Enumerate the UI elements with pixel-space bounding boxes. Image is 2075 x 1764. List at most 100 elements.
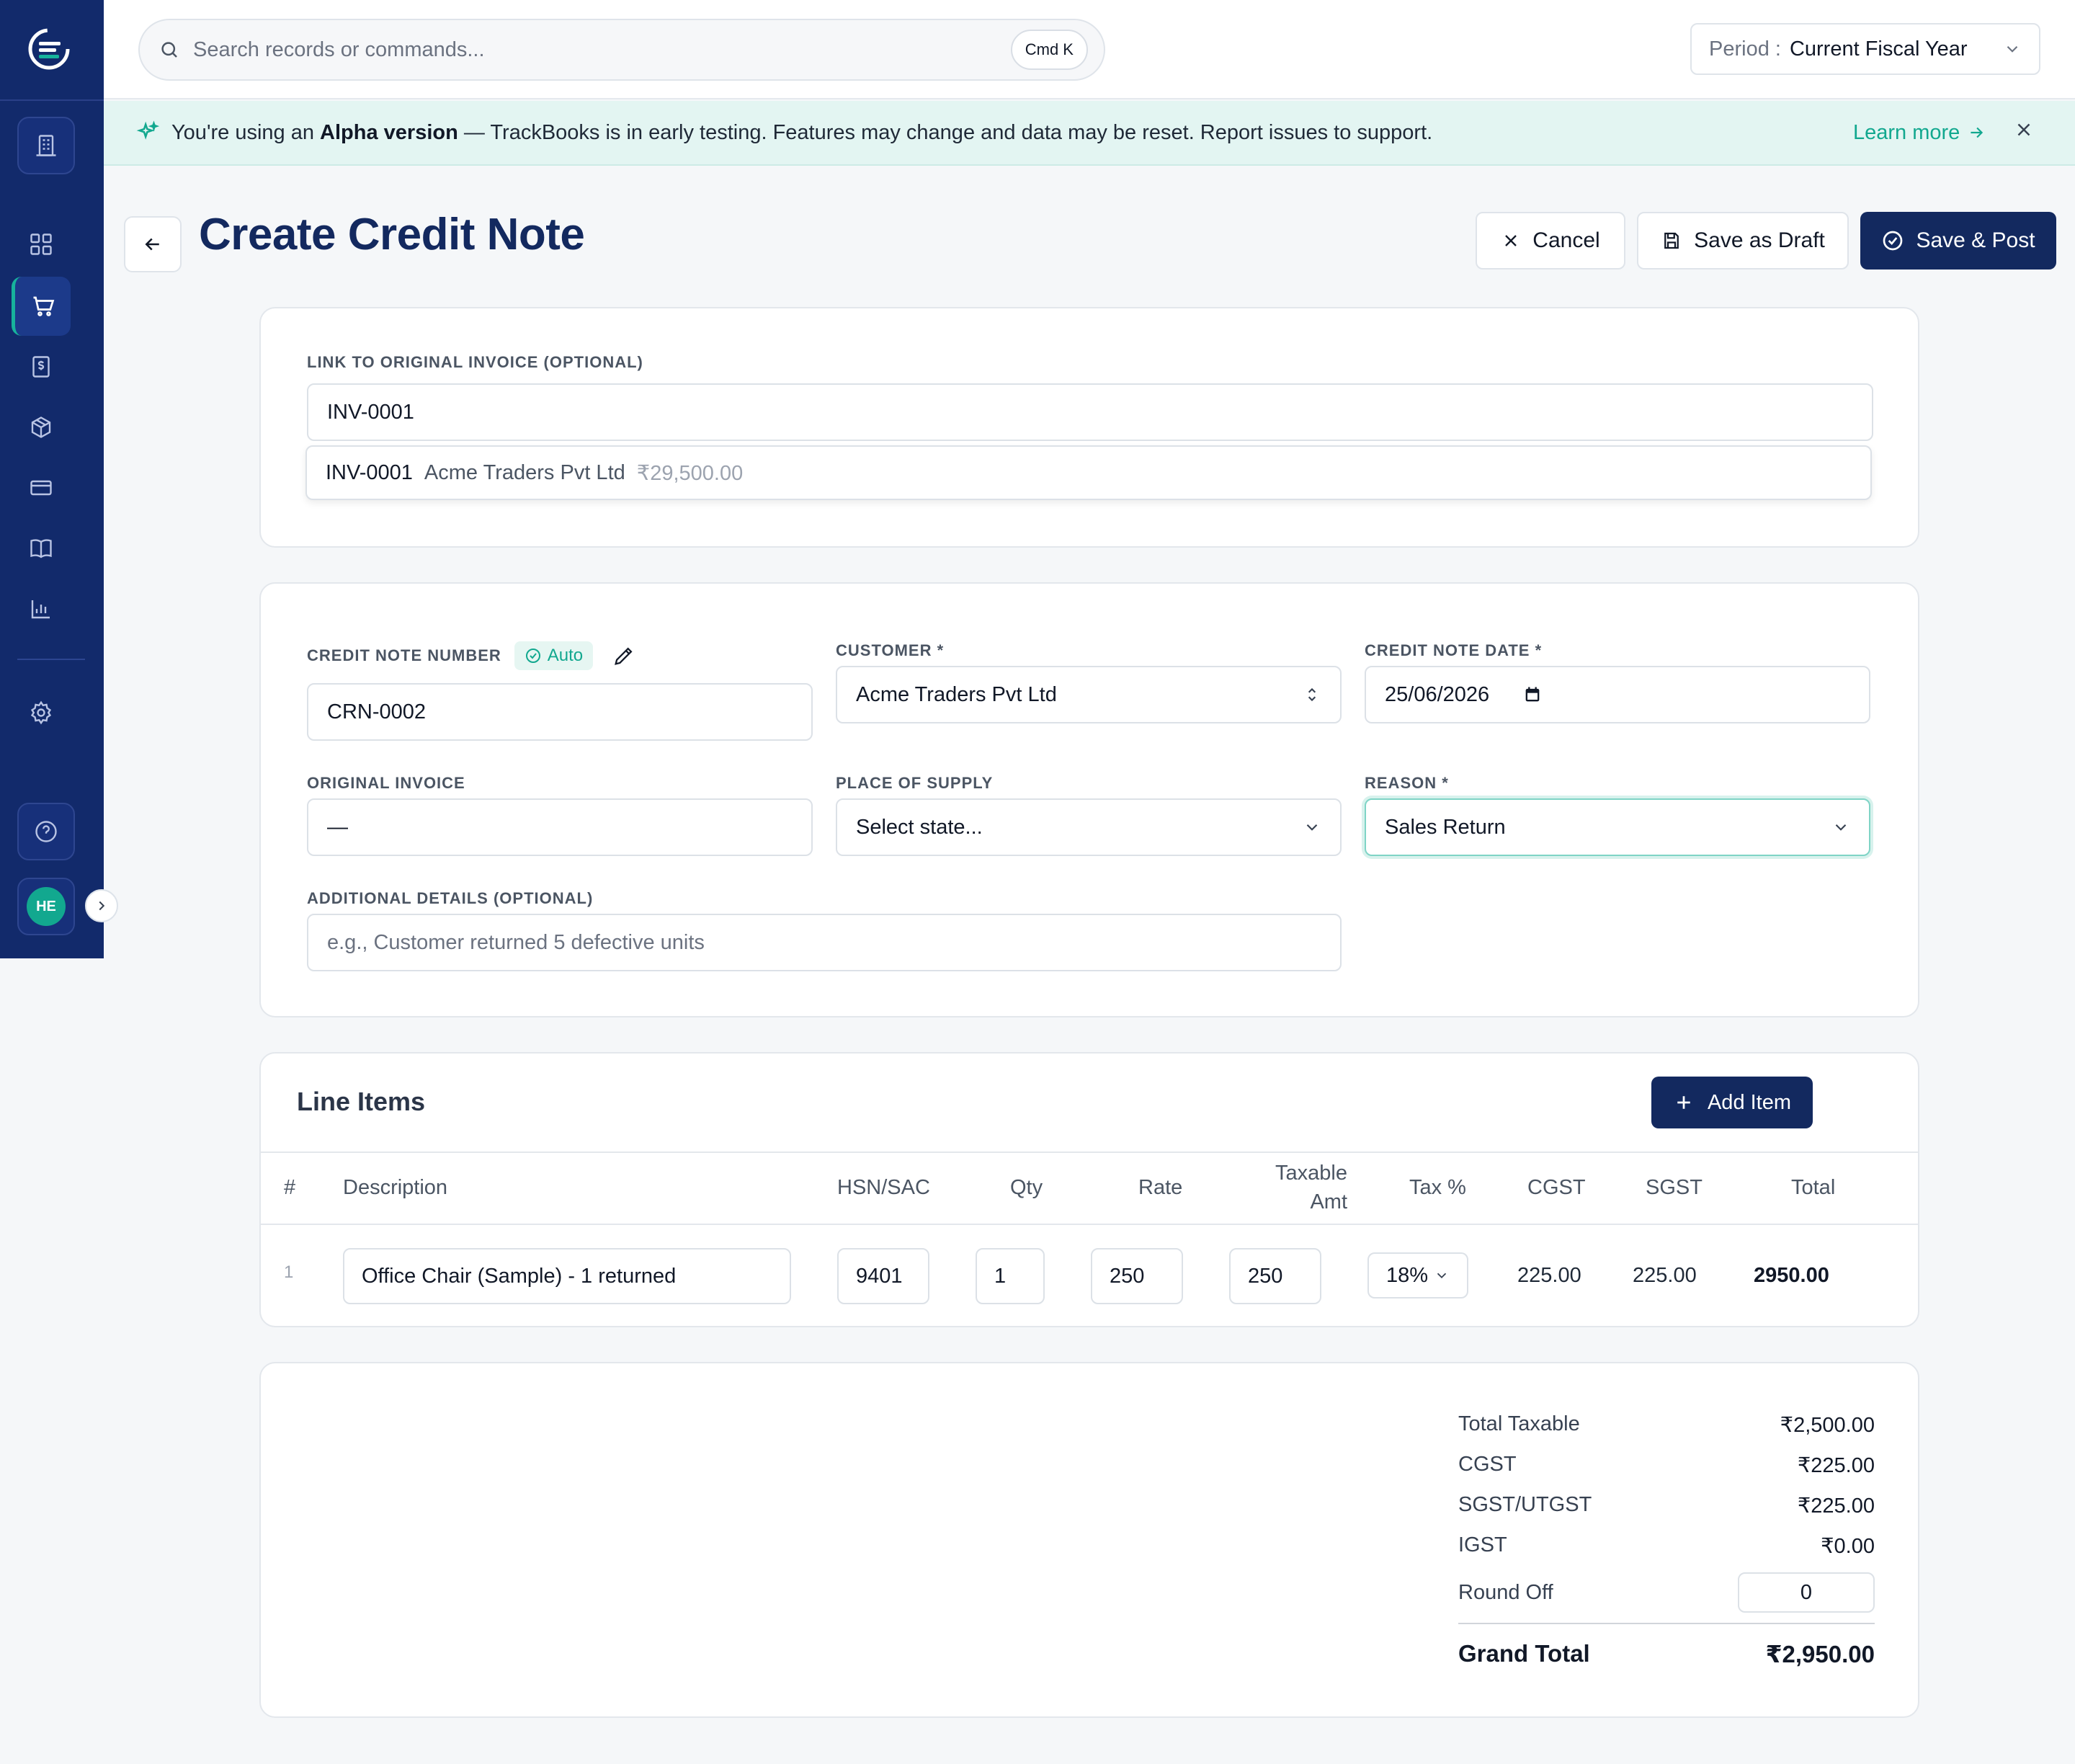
chevron-down-icon xyxy=(2007,45,2018,53)
line-items-card: Line Items Add Item # Description HSN/SA… xyxy=(259,1052,1919,1327)
col-num: # xyxy=(284,1176,296,1199)
suggestion-amount: ₹29,500.00 xyxy=(636,461,744,485)
sidebar-item-settings[interactable] xyxy=(12,683,71,742)
credit-card-icon xyxy=(30,480,52,496)
sidebar-item-accounting[interactable] xyxy=(12,519,71,578)
original-invoice-input: — xyxy=(307,798,813,856)
original-invoice-label: ORIGINAL INVOICE xyxy=(307,774,465,792)
line-items-header: Line Items Add Item xyxy=(261,1054,1918,1153)
calendar-icon[interactable] xyxy=(1522,685,1543,705)
chevron-down-icon xyxy=(1437,1273,1447,1279)
sidebar-separator xyxy=(17,659,85,660)
arrow-right-icon xyxy=(1971,127,1983,138)
taxable-amt-input[interactable]: 250 xyxy=(1229,1248,1321,1304)
auto-badge: Auto xyxy=(514,641,594,670)
credit-note-number-input[interactable]: CRN-0002 xyxy=(307,683,813,741)
search-shortcut-badge: Cmd K xyxy=(1010,30,1088,70)
avatar: HE xyxy=(27,887,66,926)
hsn-input[interactable]: 9401 xyxy=(837,1248,929,1304)
additional-details-input[interactable]: e.g., Customer returned 5 defective unit… xyxy=(307,914,1342,971)
cancel-label: Cancel xyxy=(1532,228,1600,252)
credit-note-date-input[interactable]: 25/06/2026 xyxy=(1365,666,1870,723)
sidebar-divider xyxy=(0,99,104,101)
description-input[interactable]: Office Chair (Sample) - 1 returned xyxy=(343,1248,791,1304)
save-icon xyxy=(1664,232,1679,249)
banner-message: — TrackBooks is in early testing. Featur… xyxy=(458,120,1433,144)
help-circle-icon xyxy=(35,821,57,842)
reason-select[interactable]: Sales Return xyxy=(1365,798,1870,856)
cgst-value: 225.00 xyxy=(1517,1264,1581,1287)
save-post-button[interactable]: Save & Post xyxy=(1860,212,2056,270)
grand-total-row: Grand Total ₹2,950.00 xyxy=(1458,1640,1875,1668)
add-item-label: Add Item xyxy=(1707,1090,1792,1114)
app-logo[interactable] xyxy=(26,23,72,75)
total-cgst-row: CGST ₹225.00 xyxy=(1458,1453,1875,1478)
sidebar-expand-button[interactable] xyxy=(85,889,118,922)
box-icon xyxy=(31,416,51,438)
sparkles-icon xyxy=(136,120,160,140)
sidebar-item-expenses[interactable] xyxy=(12,337,71,396)
add-item-button[interactable]: Add Item xyxy=(1651,1077,1813,1128)
plus-icon xyxy=(1677,1096,1690,1109)
banner-highlight: Alpha version xyxy=(320,120,458,144)
suggestion-number: INV-0001 xyxy=(326,460,413,484)
search-placeholder: Search records or commands... xyxy=(193,37,485,61)
col-description: Description xyxy=(343,1176,448,1199)
place-of-supply-select[interactable]: Select state... xyxy=(836,798,1342,856)
credit-note-number-label-row: CREDIT NOTE NUMBER Auto xyxy=(307,641,636,670)
alpha-banner: You're using an Alpha version — TrackBoo… xyxy=(104,101,2075,166)
chevron-down-icon xyxy=(1306,824,1318,831)
credit-note-date-value: 25/06/2026 xyxy=(1385,682,1490,706)
logo-icon xyxy=(28,28,70,70)
line-items-title: Line Items xyxy=(297,1087,426,1116)
banner-prefix: You're using an xyxy=(171,120,321,144)
help-button[interactable] xyxy=(17,803,75,860)
search-input[interactable]: Search records or commands... Cmd K xyxy=(138,19,1105,81)
sidebar: HE xyxy=(0,0,118,958)
user-menu-button[interactable]: HE xyxy=(17,878,75,935)
additional-details-label: ADDITIONAL DETAILS (OPTIONAL) xyxy=(307,889,594,907)
place-of-supply-label: PLACE OF SUPPLY xyxy=(836,774,994,792)
row-total: 2950.00 xyxy=(1754,1264,1829,1287)
sidebar-item-banking[interactable] xyxy=(12,458,71,517)
tax-rate-select[interactable]: 18% xyxy=(1367,1252,1468,1298)
edit-number-button[interactable] xyxy=(612,643,636,668)
period-selector[interactable]: Period : Current Fiscal Year xyxy=(1690,23,2040,75)
totals-divider xyxy=(1458,1623,1875,1624)
learn-more-link[interactable]: Learn more xyxy=(1853,121,1986,145)
gear-icon xyxy=(30,700,52,725)
cancel-button[interactable]: Cancel xyxy=(1476,212,1625,270)
rate-input[interactable]: 250 xyxy=(1091,1248,1183,1304)
book-icon xyxy=(30,539,52,558)
banner-close-button[interactable] xyxy=(2013,119,2035,146)
save-draft-label: Save as Draft xyxy=(1694,228,1825,252)
save-draft-button[interactable]: Save as Draft xyxy=(1637,212,1849,270)
col-sgst: SGST xyxy=(1646,1176,1703,1199)
pencil-icon xyxy=(615,647,633,665)
tax-rate-value: 18% xyxy=(1386,1263,1429,1287)
link-invoice-input[interactable]: INV-0001 xyxy=(307,383,1873,441)
round-off-input[interactable]: 0 xyxy=(1738,1572,1875,1613)
row-number: 1 xyxy=(284,1262,294,1282)
check-circle-icon xyxy=(1883,231,1903,251)
col-total: Total xyxy=(1791,1176,1836,1199)
customer-select[interactable]: Acme Traders Pvt Ltd xyxy=(836,666,1342,723)
credit-note-details-card: CREDIT NOTE NUMBER Auto CRN-0002 CUSTOME… xyxy=(259,582,1919,1017)
period-label: Period : xyxy=(1709,37,1781,61)
round-off-label: Round Off xyxy=(1458,1580,1553,1604)
grand-total-value: ₹2,950.00 xyxy=(1765,1641,1875,1667)
qty-input[interactable]: 1 xyxy=(976,1248,1045,1304)
sidebar-item-reports[interactable] xyxy=(12,579,71,638)
learn-more-label: Learn more xyxy=(1853,120,1960,144)
total-sgst-label: SGST/UTGST xyxy=(1458,1493,1592,1516)
back-button[interactable] xyxy=(124,216,182,272)
sidebar-item-dashboard[interactable] xyxy=(12,215,71,274)
receipt-dollar-icon xyxy=(32,356,50,378)
sidebar-item-sales[interactable] xyxy=(12,277,71,336)
cart-icon xyxy=(33,296,54,316)
dashboard-icon xyxy=(30,233,52,255)
sidebar-item-inventory[interactable] xyxy=(12,398,71,457)
invoice-suggestion[interactable]: INV-0001 Acme Traders Pvt Ltd ₹29,500.00 xyxy=(305,445,1872,500)
suggestion-customer: Acme Traders Pvt Ltd xyxy=(424,460,625,484)
company-switcher-button[interactable] xyxy=(17,117,75,174)
